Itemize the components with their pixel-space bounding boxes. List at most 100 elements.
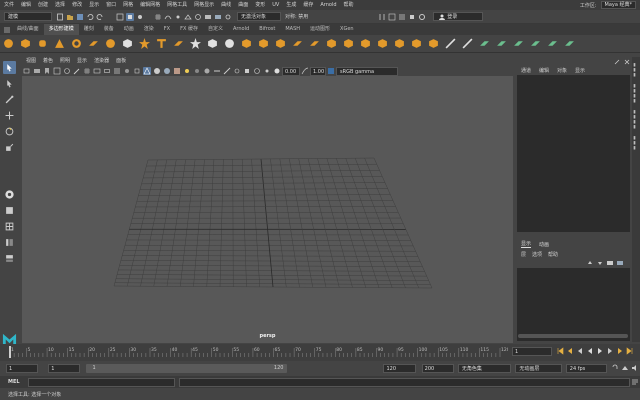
- poly-plane-icon[interactable]: [88, 38, 99, 49]
- panel-close-icon[interactable]: [623, 58, 631, 66]
- channel-box-menu-item[interactable]: 编辑: [539, 67, 549, 74]
- poly-torus-icon[interactable]: [71, 38, 82, 49]
- soft-select-icon[interactable]: [3, 188, 16, 201]
- play-backward-icon[interactable]: [586, 347, 594, 355]
- undo-icon[interactable]: [86, 13, 94, 21]
- poly-cube-icon[interactable]: [20, 38, 31, 49]
- planar-map-icon[interactable]: [496, 38, 507, 49]
- menu-item[interactable]: Arnold: [320, 0, 336, 10]
- color-management-icon[interactable]: [327, 67, 335, 75]
- single-perspective-layout-icon[interactable]: [3, 204, 16, 217]
- platonic-solid-icon[interactable]: [122, 38, 133, 49]
- command-language-label[interactable]: MEL: [8, 379, 24, 385]
- settings-gear-icon[interactable]: [418, 13, 426, 21]
- anti-aliasing-icon[interactable]: [223, 67, 231, 75]
- channel-box-menu-item[interactable]: 通道: [521, 67, 531, 74]
- toggle-attribute-editor-icon[interactable]: [388, 13, 396, 21]
- cut-uv-icon[interactable]: [564, 38, 575, 49]
- select-by-hierarchy-icon[interactable]: [116, 13, 124, 21]
- script-editor-icon[interactable]: [631, 378, 639, 386]
- poly-sphere-icon[interactable]: [3, 38, 14, 49]
- channel-box-menu-item[interactable]: 对象: [557, 67, 567, 74]
- anim-layer-dropdown[interactable]: 无动画层: [515, 363, 562, 373]
- gate-mask-icon[interactable]: [113, 67, 121, 75]
- shelf-tab[interactable]: FX 缓存: [175, 24, 203, 35]
- xray-joints-icon[interactable]: [263, 67, 271, 75]
- perspective-viewport[interactable]: persp: [22, 76, 513, 343]
- step-forward-frame-icon[interactable]: [606, 347, 614, 355]
- select-by-component-icon[interactable]: [136, 13, 144, 21]
- ambient-occlusion-icon[interactable]: [203, 67, 211, 75]
- shelf-tab[interactable]: 多边形建模: [43, 24, 79, 35]
- textured-icon[interactable]: [173, 67, 181, 75]
- snap-live-icon[interactable]: [194, 13, 202, 21]
- snap-point-icon[interactable]: [174, 13, 182, 21]
- save-scene-icon[interactable]: [76, 13, 84, 21]
- 2d-pan-zoom-icon[interactable]: [63, 67, 71, 75]
- symmetry-label[interactable]: 对称: 禁用: [285, 13, 308, 20]
- gamma-field[interactable]: 1.00: [310, 66, 326, 76]
- panel-menu-item[interactable]: 视图: [26, 57, 36, 66]
- layer-editor-tab[interactable]: 显示: [521, 240, 532, 248]
- render-frame-icon[interactable]: [204, 13, 212, 21]
- menu-item[interactable]: 网格: [123, 0, 133, 10]
- go-to-end-icon[interactable]: [626, 347, 634, 355]
- isolate-select-icon[interactable]: [243, 67, 251, 75]
- layer-editor-menu-item[interactable]: 选项: [532, 251, 542, 258]
- bookmark-icon[interactable]: [43, 67, 51, 75]
- channel-box-area[interactable]: [517, 75, 630, 232]
- layout-icon[interactable]: [547, 38, 558, 49]
- exposure-icon[interactable]: [273, 67, 281, 75]
- smooth-shade-icon[interactable]: [153, 67, 161, 75]
- sculpt-icon[interactable]: [445, 38, 456, 49]
- poly-text-icon[interactable]: [156, 38, 167, 49]
- shelf-tab[interactable]: 运动图形: [305, 24, 335, 35]
- insert-edge-loop-icon[interactable]: [343, 38, 354, 49]
- bevel-icon[interactable]: [275, 38, 286, 49]
- character-set-dropdown[interactable]: 无角色集: [457, 363, 512, 373]
- image-plane-icon[interactable]: [53, 67, 61, 75]
- layer-list[interactable]: [517, 268, 630, 341]
- view-transform-dropdown[interactable]: sRGB gamma: [336, 66, 398, 76]
- select-camera-icon[interactable]: [23, 67, 31, 75]
- camera-attributes-icon[interactable]: [33, 67, 41, 75]
- login-dropdown[interactable]: 登录: [433, 12, 484, 21]
- command-input[interactable]: [27, 377, 176, 387]
- persp-outliner-layout-icon[interactable]: [3, 236, 16, 249]
- menu-item[interactable]: 文件: [4, 0, 14, 10]
- move-layer-down-icon[interactable]: [596, 259, 604, 267]
- select-tool-icon[interactable]: [3, 61, 16, 74]
- smooth-icon[interactable]: [224, 38, 235, 49]
- move-layer-up-icon[interactable]: [586, 259, 594, 267]
- menu-item[interactable]: 编辑网格: [140, 0, 160, 10]
- select-by-object-icon[interactable]: [126, 12, 134, 21]
- paint-select-tool-icon[interactable]: [3, 93, 16, 106]
- current-frame-field[interactable]: 1: [512, 346, 552, 356]
- append-to-polygon-icon[interactable]: [292, 38, 303, 49]
- gamma-icon[interactable]: [301, 67, 309, 75]
- field-chart-icon[interactable]: [123, 67, 131, 75]
- menu-item[interactable]: 网格工具: [167, 0, 187, 10]
- grease-pencil-icon[interactable]: [73, 67, 81, 75]
- wireframe-icon[interactable]: [143, 67, 151, 75]
- ipr-render-icon[interactable]: [214, 13, 222, 21]
- menu-item[interactable]: 曲面: [238, 0, 248, 10]
- auto-map-icon[interactable]: [513, 38, 524, 49]
- menuset-dropdown[interactable]: 建模: [4, 12, 52, 21]
- poly-cylinder-icon[interactable]: [37, 38, 48, 49]
- shelf-tab[interactable]: 装备: [99, 24, 119, 35]
- offset-edge-loop-icon[interactable]: [360, 38, 371, 49]
- step-back-frame-icon[interactable]: [576, 347, 584, 355]
- panel-menu-item[interactable]: 照明: [60, 57, 70, 66]
- four-view-layout-icon[interactable]: [3, 220, 16, 233]
- menu-item[interactable]: 选择: [55, 0, 65, 10]
- move-tool-icon[interactable]: [3, 109, 16, 122]
- persp-graph-layout-icon[interactable]: [3, 252, 16, 265]
- unfold-icon[interactable]: [530, 38, 541, 49]
- render-settings-icon[interactable]: [224, 13, 232, 21]
- motion-blur-icon[interactable]: [213, 67, 221, 75]
- scene-end-field[interactable]: 200: [421, 363, 454, 373]
- uv-editor-icon[interactable]: [479, 38, 490, 49]
- step-forward-key-icon[interactable]: [616, 347, 624, 355]
- fps-dropdown[interactable]: 24 fps: [565, 363, 607, 373]
